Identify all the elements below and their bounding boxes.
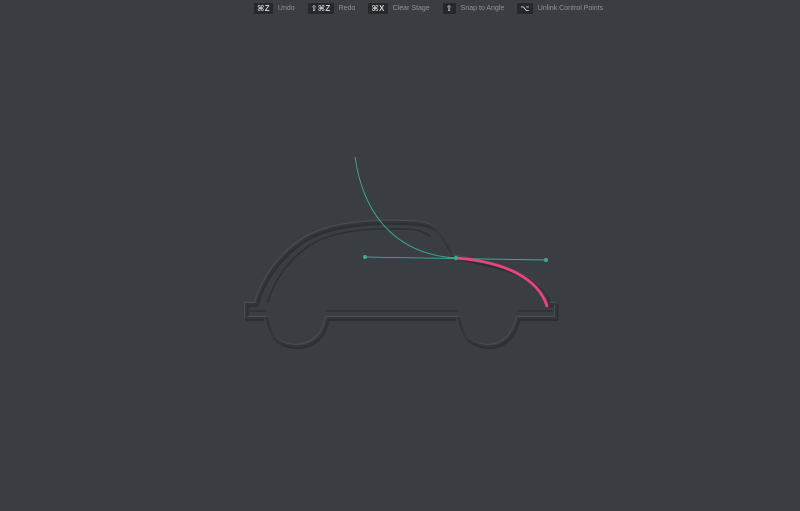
control-point-icon[interactable]: [453, 255, 459, 261]
control-point-icon[interactable]: [544, 258, 548, 262]
car-outline-highlight: [243, 219, 557, 347]
control-point-icon[interactable]: [363, 255, 367, 259]
bezier-editor: ⌘Z Undo ⇧⌘Z Redo ⌘X Clear Stage ⇧ Snap t…: [0, 0, 800, 511]
car-silhouette-icon: [243, 219, 559, 350]
car-outline-shadow: [245, 221, 559, 350]
car-roof-inner: [267, 227, 431, 303]
bezier-guides: [354, 156, 549, 308]
control-points: [363, 255, 548, 262]
drawing-stage[interactable]: [0, 0, 800, 511]
previous-segment-curve: [354, 156, 457, 259]
